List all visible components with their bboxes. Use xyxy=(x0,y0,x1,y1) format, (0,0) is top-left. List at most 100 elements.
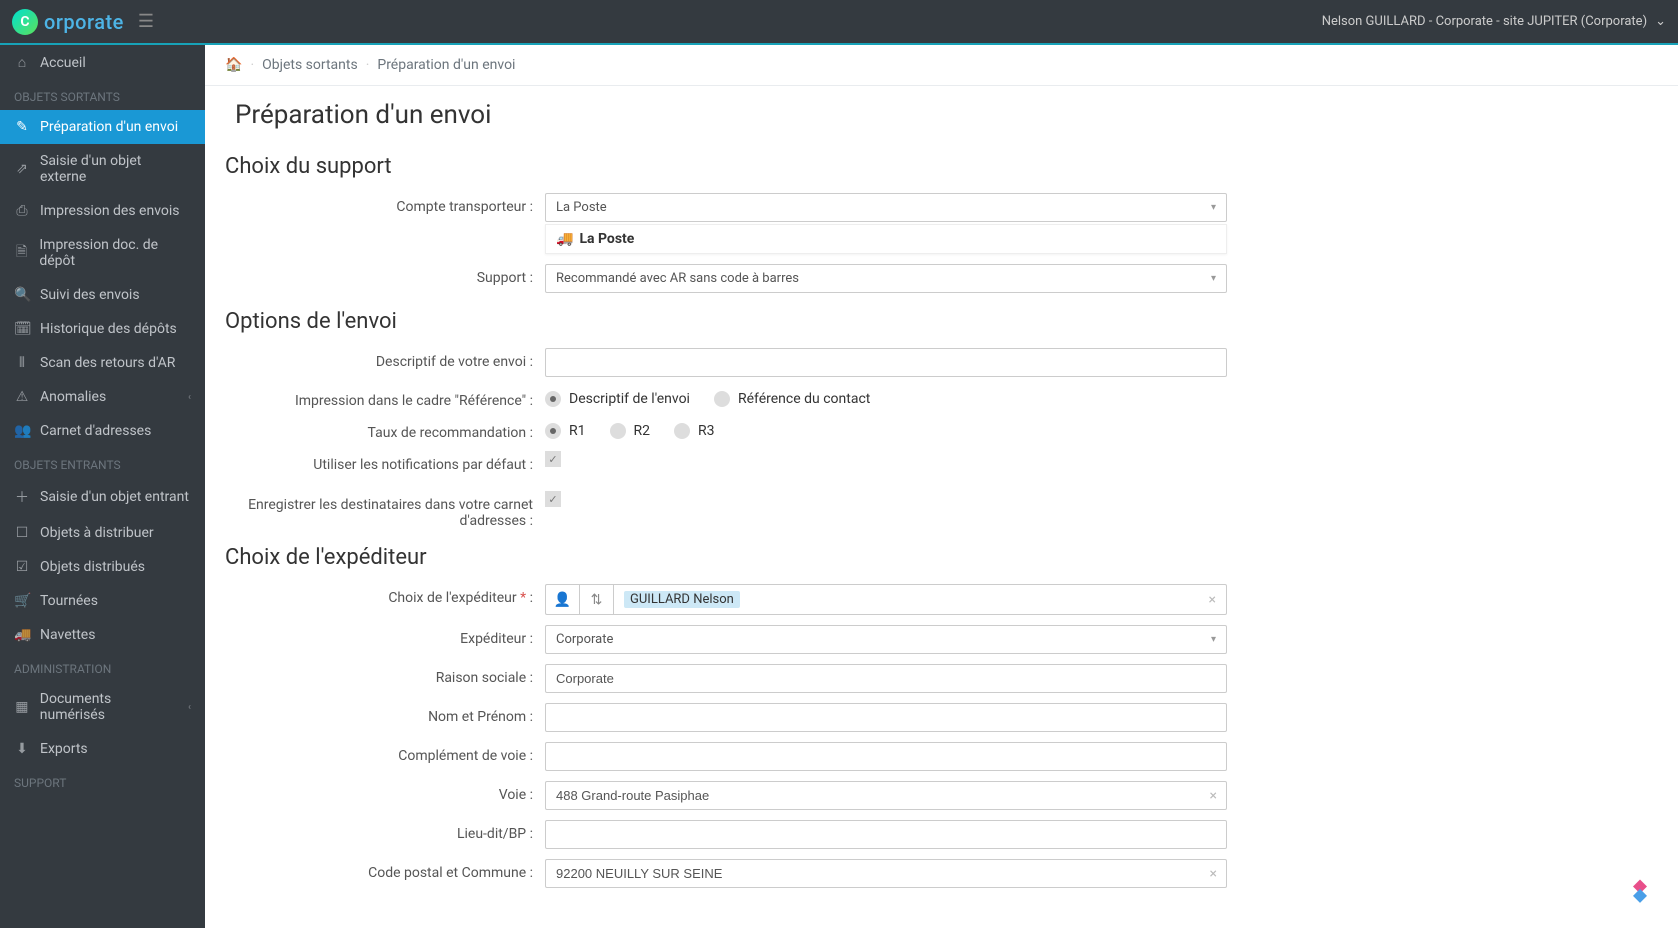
sidebar-item-impression-doc-de-d-p-t[interactable]: 🗎Impression doc. de dépôt xyxy=(0,228,205,278)
carrier-option-label: La Poste xyxy=(579,231,634,247)
savebook-label: Enregistrer les destinataires dans votre… xyxy=(225,491,545,529)
sidebar-item-tourn-es[interactable]: 🛒Tournées xyxy=(0,584,205,618)
sender-choice-input[interactable]: GUILLARD Nelson × xyxy=(613,584,1227,615)
sender-select[interactable]: Corporate ▾ xyxy=(545,625,1227,654)
truck-icon: 🚚 xyxy=(556,231,573,247)
download-icon: ⬇ xyxy=(14,741,30,757)
warning-icon: ⚠ xyxy=(14,389,30,405)
sidebar-item-accueil[interactable]: ⌂ Accueil xyxy=(0,45,205,80)
sidebar-item-label: Objets à distribuer xyxy=(40,525,154,541)
sidebar-item-scan-des-retours-d-ar[interactable]: ⦀Scan des retours d'AR xyxy=(0,346,205,380)
radio-ref-contact[interactable]: Référence du contact xyxy=(714,391,870,407)
radio-icon xyxy=(545,423,561,439)
sender-value: Corporate xyxy=(556,632,613,647)
sidebar-item-objets-distribu-s[interactable]: ☑Objets distribués xyxy=(0,550,205,584)
sidebar-item-label: Carnet d'adresses xyxy=(40,423,151,439)
sidebar-item-historique-des-d-p-ts[interactable]: 🗓 Historique des dépôts xyxy=(0,312,205,346)
radio-r2[interactable]: R2 xyxy=(610,423,651,439)
chevron-left-icon: ‹ xyxy=(188,702,191,713)
sidebar-item-saisie-d-un-objet-externe[interactable]: ⇗Saisie d'un objet externe xyxy=(0,144,205,194)
radio-icon xyxy=(714,391,730,407)
calendar-icon: 🗓 xyxy=(14,321,30,337)
doc-icon: 🗎 xyxy=(14,241,29,265)
topbar: C orporate ☰ Nelson GUILLARD - Corporate… xyxy=(0,0,1678,45)
compl-label: Complément de voie : xyxy=(225,742,545,764)
lieu-input[interactable] xyxy=(545,820,1227,849)
sender-choice-tag: GUILLARD Nelson xyxy=(624,591,740,608)
chevron-left-icon: ‹ xyxy=(188,392,191,403)
sidebar-item-saisie-d-un-objet-entrant[interactable]: ＋Saisie d'un objet entrant xyxy=(0,478,205,516)
sidebar-item-navettes[interactable]: 🚚Navettes xyxy=(0,618,205,652)
name-input[interactable] xyxy=(545,703,1227,732)
notif-checkbox[interactable]: ✓ xyxy=(545,451,561,467)
clear-icon[interactable]: × xyxy=(1210,788,1217,804)
carrier-value: La Poste xyxy=(556,200,607,215)
radio-r1[interactable]: R1 xyxy=(545,423,586,439)
radio-icon xyxy=(610,423,626,439)
voie-input[interactable] xyxy=(545,781,1227,810)
clear-icon[interactable]: × xyxy=(1209,592,1216,608)
sidebar-item-documents-num-ris-s[interactable]: ▦Documents numérisés‹ xyxy=(0,682,205,732)
sidebar-item-anomalies[interactable]: ⚠ Anomalies ‹ xyxy=(0,380,205,414)
grid-icon: ▦ xyxy=(14,699,30,715)
home-icon: ⌂ xyxy=(14,54,30,71)
menu-toggle-icon[interactable]: ☰ xyxy=(138,11,154,32)
swap-icon[interactable]: ⇅ xyxy=(579,584,613,615)
cart-icon: 🛒 xyxy=(14,593,30,609)
radio-label: R2 xyxy=(634,423,651,439)
logo[interactable]: C orporate xyxy=(12,9,124,35)
help-widget-icon[interactable] xyxy=(1626,876,1654,904)
breadcrumb-item[interactable]: Objets sortants xyxy=(262,57,358,73)
radio-label: Référence du contact xyxy=(738,391,870,407)
compl-input[interactable] xyxy=(545,742,1227,771)
radio-desc-envoi[interactable]: Descriptif de l'envoi xyxy=(545,391,690,407)
external-icon: ⇗ xyxy=(14,161,30,177)
sidebar-item-label: Suivi des envois xyxy=(40,287,140,303)
name-label: Nom et Prénom : xyxy=(225,703,545,725)
user-label: Nelson GUILLARD - Corporate - site JUPIT… xyxy=(1322,14,1647,29)
plus-icon: ＋ xyxy=(14,487,30,507)
sidebar-section-in: OBJETS ENTRANTS xyxy=(0,448,205,478)
sender-choice-label: Choix de l'expéditeur * : xyxy=(225,584,545,606)
sidebar-item-objets-distribuer[interactable]: ☐Objets à distribuer xyxy=(0,516,205,550)
lieu-label: Lieu-dit/BP : xyxy=(225,820,545,842)
radio-r3[interactable]: R3 xyxy=(674,423,715,439)
sidebar-item-label: Objets distribués xyxy=(40,559,145,575)
sidebar-item-label: Anomalies xyxy=(40,389,106,405)
sidebar-item-label: Accueil xyxy=(40,55,86,71)
support-value: Recommandé avec AR sans code à barres xyxy=(556,271,799,286)
print-icon: ⎙ xyxy=(14,203,30,219)
sidebar-item-pr-paration-d-un-envoi[interactable]: ✎Préparation d'un envoi xyxy=(0,110,205,144)
search-icon: 🔍 xyxy=(14,287,30,303)
desc-input[interactable] xyxy=(545,348,1227,377)
radio-icon xyxy=(545,391,561,407)
savebook-checkbox[interactable]: ✓ xyxy=(545,491,561,507)
page-title: Préparation d'un envoi xyxy=(205,86,1678,138)
sidebar: ⌂ Accueil OBJETS SORTANTS ✎Préparation d'… xyxy=(0,45,205,928)
sidebar-item-impression-des-envois[interactable]: ⎙Impression des envois xyxy=(0,194,205,228)
cp-input[interactable] xyxy=(545,859,1227,888)
caret-icon: ▾ xyxy=(1211,273,1216,284)
person-icon[interactable]: 👤 xyxy=(545,584,579,615)
carrier-select[interactable]: La Poste ▾ xyxy=(545,193,1227,222)
logo-text: orporate xyxy=(44,10,124,34)
support-select[interactable]: Recommandé avec AR sans code à barres ▾ xyxy=(545,264,1227,293)
desc-label: Descriptif de votre envoi : xyxy=(225,348,545,370)
radio-icon xyxy=(674,423,690,439)
sidebar-item-suivi-des-envois[interactable]: 🔍 Suivi des envois xyxy=(0,278,205,312)
section-support-title: Choix du support xyxy=(225,154,1658,179)
sidebar-item-label: Historique des dépôts xyxy=(40,321,177,337)
home-icon[interactable]: 🏠 xyxy=(225,57,242,73)
sidebar-section-out: OBJETS SORTANTS xyxy=(0,80,205,110)
sidebar-item-carnet-d-adresses[interactable]: 👥Carnet d'adresses xyxy=(0,414,205,448)
caret-icon: ▾ xyxy=(1211,202,1216,213)
user-menu[interactable]: Nelson GUILLARD - Corporate - site JUPIT… xyxy=(1322,14,1666,29)
raison-input[interactable] xyxy=(545,664,1227,693)
sidebar-item-exports[interactable]: ⬇Exports xyxy=(0,732,205,766)
notif-label: Utiliser les notifications par défaut : xyxy=(225,451,545,473)
carrier-dropdown-option[interactable]: 🚚 La Poste xyxy=(545,224,1227,254)
pencil-icon: ✎ xyxy=(14,119,30,135)
section-sender-title: Choix de l'expéditeur xyxy=(225,545,1658,570)
clear-icon[interactable]: × xyxy=(1210,866,1217,882)
voie-label: Voie : xyxy=(225,781,545,803)
